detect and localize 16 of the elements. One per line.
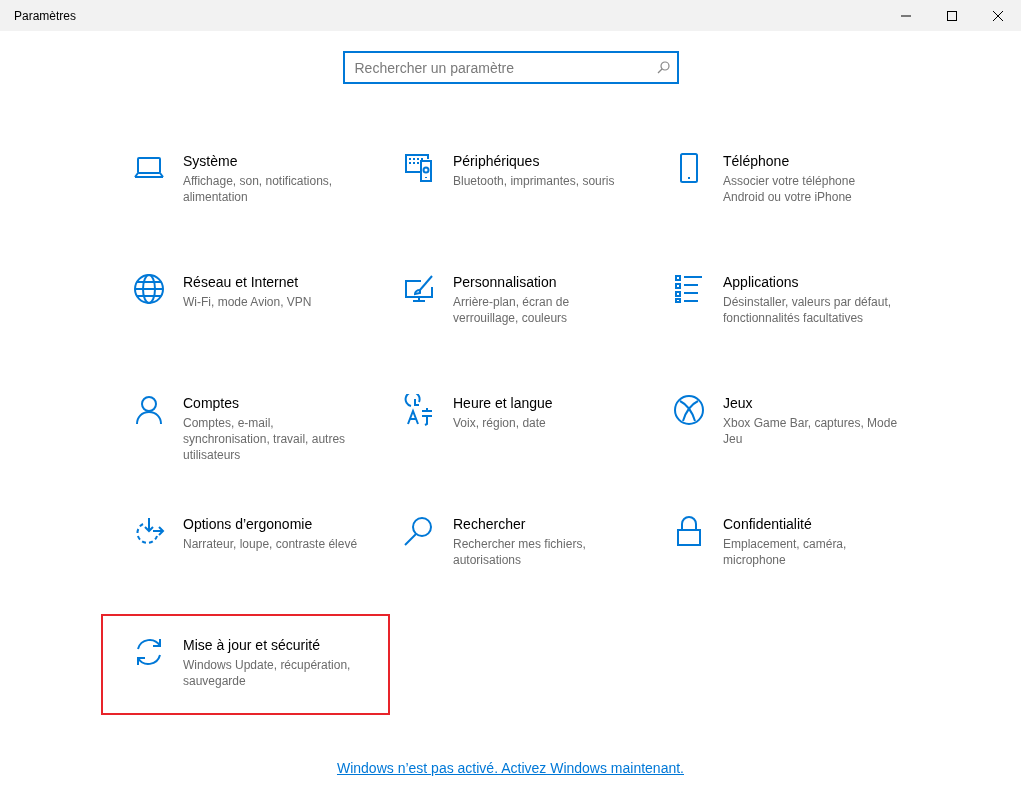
globe-icon: [133, 273, 165, 305]
clock-language-icon: [403, 394, 435, 426]
search-icon: [403, 515, 435, 547]
keyboard-speaker-icon: [403, 152, 435, 184]
search-icon: [656, 61, 670, 74]
circle-x-icon: [673, 394, 705, 426]
list-icon: [673, 273, 705, 305]
person-icon: [133, 394, 165, 426]
category-tile[interactable]: Mise à jour et sécurité Windows Update, récupération, sauvegarde: [101, 614, 390, 715]
search-field[interactable]: Rechercher un paramètre: [342, 51, 679, 84]
monitor-brush-icon: [403, 273, 435, 305]
maximize-icon: [946, 9, 958, 22]
minimize-icon: [900, 14, 912, 17]
window-title: Paramètres: [13, 8, 78, 23]
activation-link[interactable]: Windows n’est pas activé. Activez Windows maintenant.: [336, 760, 684, 776]
close-icon: [992, 9, 1004, 22]
